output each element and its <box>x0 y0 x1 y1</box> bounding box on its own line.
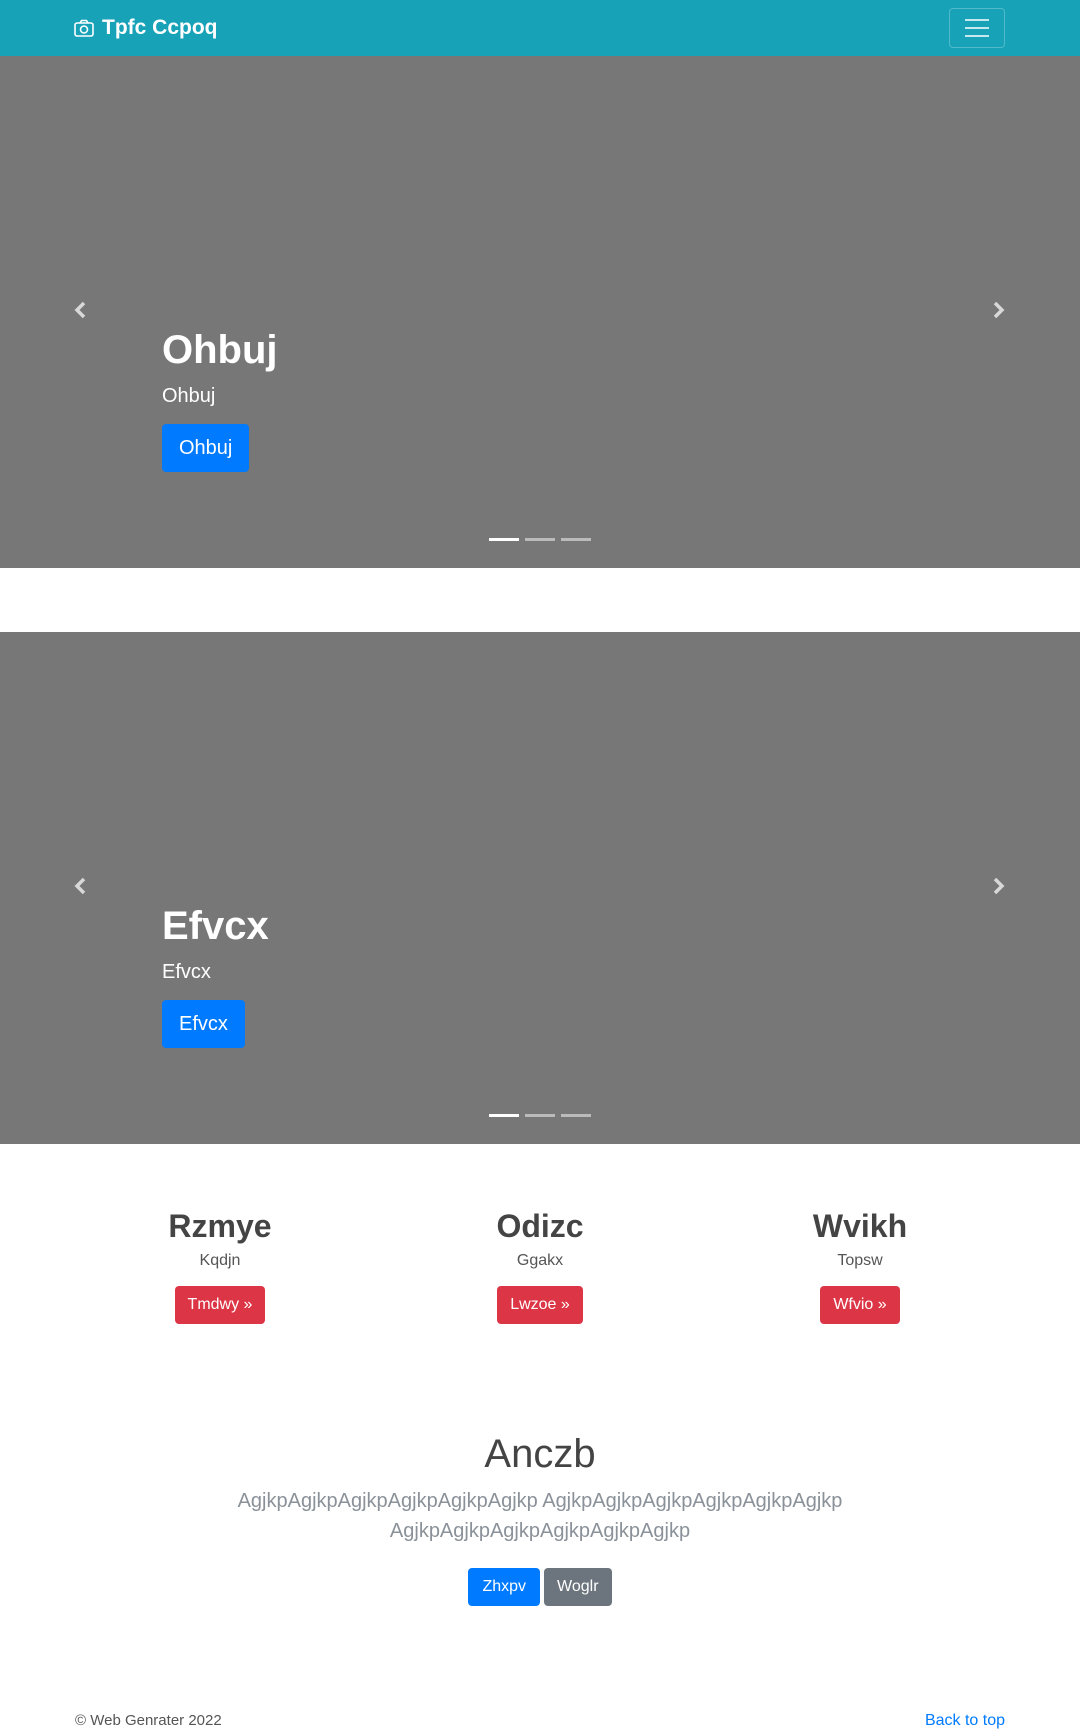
footer-copyright: © Web Genrater 2022 <box>75 1712 222 1729</box>
carousel-indicator-3[interactable] <box>561 538 591 541</box>
chevron-left-icon <box>74 301 86 319</box>
back-to-top-link[interactable]: Back to top <box>925 1711 1005 1731</box>
feature-column-3: Wvikh Topsw Wfvio » <box>710 1206 1010 1324</box>
carousel-title: Ohbuj <box>162 328 278 372</box>
carousel-title: Efvcx <box>162 904 269 948</box>
feature-title: Odizc <box>496 1208 584 1244</box>
feature-button[interactable]: Wfvio » <box>820 1286 900 1324</box>
navbar-brand[interactable]: Tpfc Ccpoq <box>74 16 218 40</box>
carousel-subtitle: Efvcx <box>162 961 211 983</box>
navbar: Tpfc Ccpoq <box>0 0 1080 56</box>
jumbotron-buttons: Zhxpv Woglr <box>0 1568 1080 1606</box>
carousel-next-button[interactable] <box>986 874 1010 898</box>
carousel-indicator-3[interactable] <box>561 1114 591 1117</box>
carousel-cta-button[interactable]: Efvcx <box>162 1000 245 1048</box>
feature-column-1: Rzmye Kqdjn Tmdwy » <box>70 1206 370 1324</box>
feature-text: Ggakx <box>516 1252 564 1269</box>
feature-text: Kqdjn <box>199 1252 241 1269</box>
jumbotron-lead: AgjkpAgjkpAgjkpAgjkpAgjkpAgjkp AgjkpAgjk… <box>237 1490 843 1542</box>
brand-label: Tpfc Ccpoq <box>102 16 218 39</box>
carousel-caption: Ohbuj Ohbuj Ohbuj <box>162 326 278 472</box>
carousel-subtitle: Ohbuj <box>162 385 216 407</box>
carousel-indicators <box>489 1114 591 1117</box>
carousel-prev-button[interactable] <box>69 298 93 322</box>
carousel-indicator-1[interactable] <box>489 1114 519 1117</box>
carousel-cta-button[interactable]: Ohbuj <box>162 424 250 472</box>
feature-title: Rzmye <box>168 1208 272 1244</box>
carousel-next-button[interactable] <box>986 298 1010 322</box>
carousel-prev-button[interactable] <box>69 874 93 898</box>
hamburger-menu-icon <box>965 19 989 21</box>
camera-icon <box>74 19 94 37</box>
chevron-left-icon <box>74 877 86 895</box>
feature-button[interactable]: Lwzoe » <box>497 1286 583 1324</box>
carousel-indicator-1[interactable] <box>489 538 519 541</box>
feature-text: Topsw <box>837 1252 883 1269</box>
carousel-indicator-2[interactable] <box>525 1114 555 1117</box>
feature-column-2: Odizc Ggakx Lwzoe » <box>390 1206 690 1324</box>
feature-title: Wvikh <box>812 1208 908 1244</box>
jumbotron: Anczb AgjkpAgjkpAgjkpAgjkpAgjkpAgjkp Agj… <box>0 1430 1080 1606</box>
carousel-caption: Efvcx Efvcx Efvcx <box>162 902 269 1048</box>
chevron-right-icon <box>993 301 1005 319</box>
jumbotron-heading: Anczb <box>484 1432 596 1476</box>
navbar-toggler-button[interactable] <box>949 8 1005 48</box>
carousel-indicator-2[interactable] <box>525 538 555 541</box>
carousel-2: Efvcx Efvcx Efvcx <box>0 632 1080 1144</box>
primary-button[interactable]: Zhxpv <box>468 1568 541 1606</box>
carousel-1: Ohbuj Ohbuj Ohbuj <box>0 56 1080 568</box>
carousel-indicators <box>489 538 591 541</box>
feature-button[interactable]: Tmdwy » <box>174 1286 266 1324</box>
chevron-right-icon <box>993 877 1005 895</box>
secondary-button[interactable]: Woglr <box>544 1568 612 1606</box>
